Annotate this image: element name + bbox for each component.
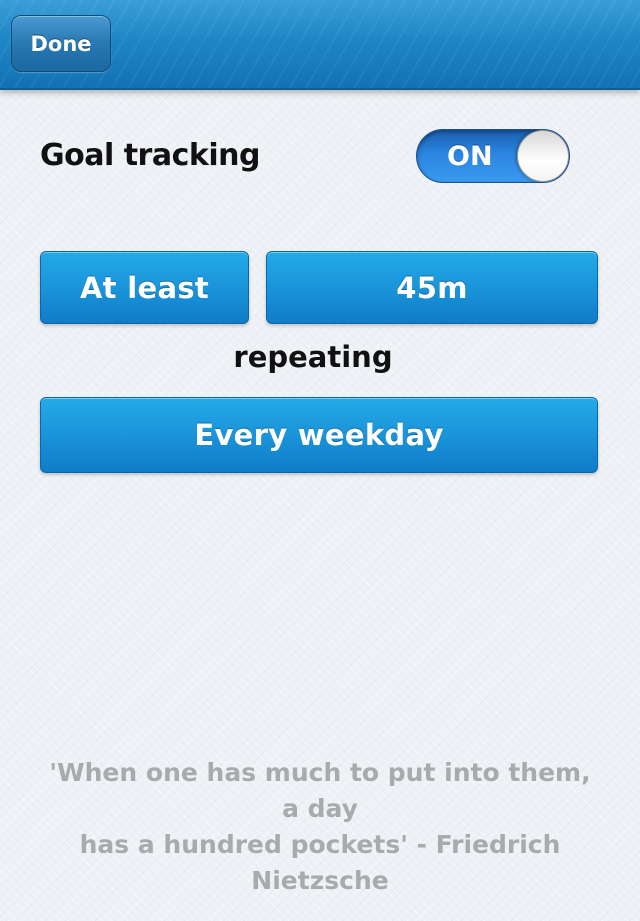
goal-tracking-label: Goal tracking	[40, 138, 260, 173]
done-button[interactable]: Done	[11, 15, 111, 72]
duration-button[interactable]: 45m	[266, 251, 598, 324]
quote-line-2: has a hundred pockets' - Friedrich Nietz…	[79, 830, 561, 895]
repeat-frequency-button[interactable]: Every weekday	[40, 397, 598, 473]
motivational-quote: 'When one has much to put into them, a d…	[40, 755, 600, 899]
comparator-button[interactable]: At least	[40, 251, 249, 324]
toggle-state-label: ON	[447, 140, 493, 172]
repeating-label: repeating	[233, 340, 393, 374]
toggle-knob[interactable]	[517, 130, 569, 182]
quote-line-1: 'When one has much to put into them, a d…	[49, 758, 591, 823]
goal-tracking-toggle[interactable]: ON	[416, 129, 570, 183]
top-navigation-bar: Done	[0, 0, 640, 90]
